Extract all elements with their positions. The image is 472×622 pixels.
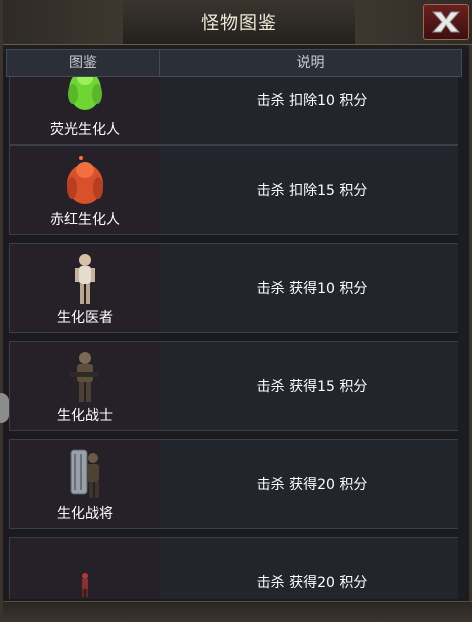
- close-icon: [431, 11, 461, 33]
- list-item[interactable]: 生化医者 击杀 获得10 积分: [9, 243, 462, 333]
- list-item[interactable]: 荧光生化人 击杀 扣除10 积分: [9, 77, 462, 145]
- scroll-handle[interactable]: [0, 393, 9, 423]
- list-item[interactable]: 赤红生化人 击杀 扣除15 积分: [9, 145, 462, 235]
- header-codex: 图鉴: [7, 50, 160, 76]
- portrait-cell: 荧光生化人: [10, 77, 160, 144]
- portrait-cell: 生化战士: [10, 342, 160, 430]
- monster-name: 生化战士: [57, 408, 113, 424]
- armored-zombie-icon: [70, 449, 99, 498]
- portrait-cell: 赤红生化人: [10, 146, 160, 234]
- bottom-frame: [3, 601, 472, 622]
- list-item[interactable]: 生化战将 击杀 获得20 积分: [9, 439, 462, 529]
- window-title: 怪物图鉴: [201, 13, 277, 34]
- title-bar: 怪物图鉴: [3, 0, 472, 45]
- monster-description: 击杀 获得10 积分: [256, 281, 368, 297]
- monster-description: 击杀 扣除15 积分: [256, 183, 368, 199]
- portrait-cell: 生化战将: [10, 440, 160, 528]
- portrait-cell: 生化医者: [10, 244, 160, 332]
- close-button[interactable]: [423, 4, 469, 40]
- list-scrollbar[interactable]: [458, 77, 466, 599]
- soldier-zombie-icon: [69, 352, 99, 402]
- nurse-zombie-icon: [75, 254, 95, 304]
- monster-list[interactable]: 荧光生化人 击杀 扣除10 积分 赤红生化人 击杀 扣除15 积分 生化医者 击…: [6, 77, 462, 599]
- monster-description: 击杀 扣除10 积分: [256, 93, 368, 109]
- monster-name: 生化战将: [57, 506, 113, 522]
- green-mutant-icon: [68, 77, 102, 110]
- monster-description: 击杀 获得20 积分: [256, 477, 368, 493]
- table-header: 图鉴 说明: [6, 49, 462, 77]
- monster-name: 生化医者: [57, 310, 113, 326]
- list-item[interactable]: 生化战士 击杀 获得15 积分: [9, 341, 462, 431]
- monster-codex-window: 怪物图鉴 图鉴 说明 荧光生化人 击杀 扣除10 积分 赤红生化人 击杀 扣除1…: [0, 0, 472, 622]
- red-mutant-icon: [67, 156, 103, 204]
- list-item[interactable]: 击杀 获得20 积分: [9, 537, 462, 599]
- monster-description: 击杀 获得15 积分: [256, 379, 368, 395]
- monster-description: 击杀 获得20 积分: [256, 575, 368, 591]
- header-description: 说明: [296, 55, 325, 71]
- portrait-cell: [10, 538, 160, 599]
- small-zombie-icon: [82, 573, 88, 597]
- monster-name: 赤红生化人: [50, 212, 120, 228]
- monster-name: 荧光生化人: [50, 122, 120, 138]
